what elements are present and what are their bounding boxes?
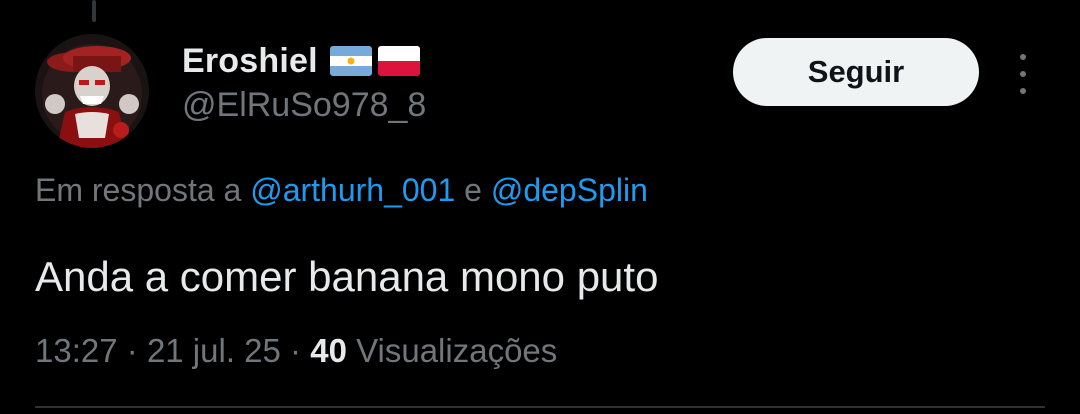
more-dot (1020, 71, 1026, 77)
thread-connector-line (92, 0, 96, 22)
user-name-row: Eroshiel (182, 38, 420, 84)
avatar[interactable] (35, 34, 149, 148)
tweet-text: Anda a comer banana mono puto (35, 253, 659, 300)
divider (35, 406, 1045, 408)
follow-button[interactable]: Seguir (733, 38, 979, 106)
reply-context-prefix: Em resposta a (35, 172, 242, 208)
views-label[interactable]: Visualizações (356, 332, 557, 369)
tweet-metadata: 13:27 · 21 jul. 25 · 40 Visualizações (35, 332, 557, 370)
more-dot (1020, 54, 1026, 60)
views-count[interactable]: 40 (310, 332, 347, 369)
mention-link[interactable]: @depSplin (491, 172, 648, 208)
mention-link[interactable]: @arthurh_001 (250, 172, 455, 208)
meta-separator: · (290, 332, 302, 369)
meta-separator: · (126, 332, 138, 369)
more-options-icon[interactable] (1008, 54, 1038, 94)
flag-emojis (329, 46, 420, 76)
display-name[interactable]: Eroshiel (182, 42, 318, 81)
user-handle[interactable]: @ElRuSo978_8 (182, 86, 426, 125)
poland-flag-icon (377, 46, 420, 76)
reply-context: Em resposta a @arthurh_001 e @depSplin (35, 172, 648, 209)
reply-context-conjunction: e (464, 172, 482, 208)
tweet-time[interactable]: 13:27 (35, 332, 118, 369)
more-dot (1020, 88, 1026, 94)
tweet-date[interactable]: 21 jul. 25 (147, 332, 281, 369)
argentina-flag-icon (329, 46, 372, 76)
avatar-image (35, 34, 149, 148)
